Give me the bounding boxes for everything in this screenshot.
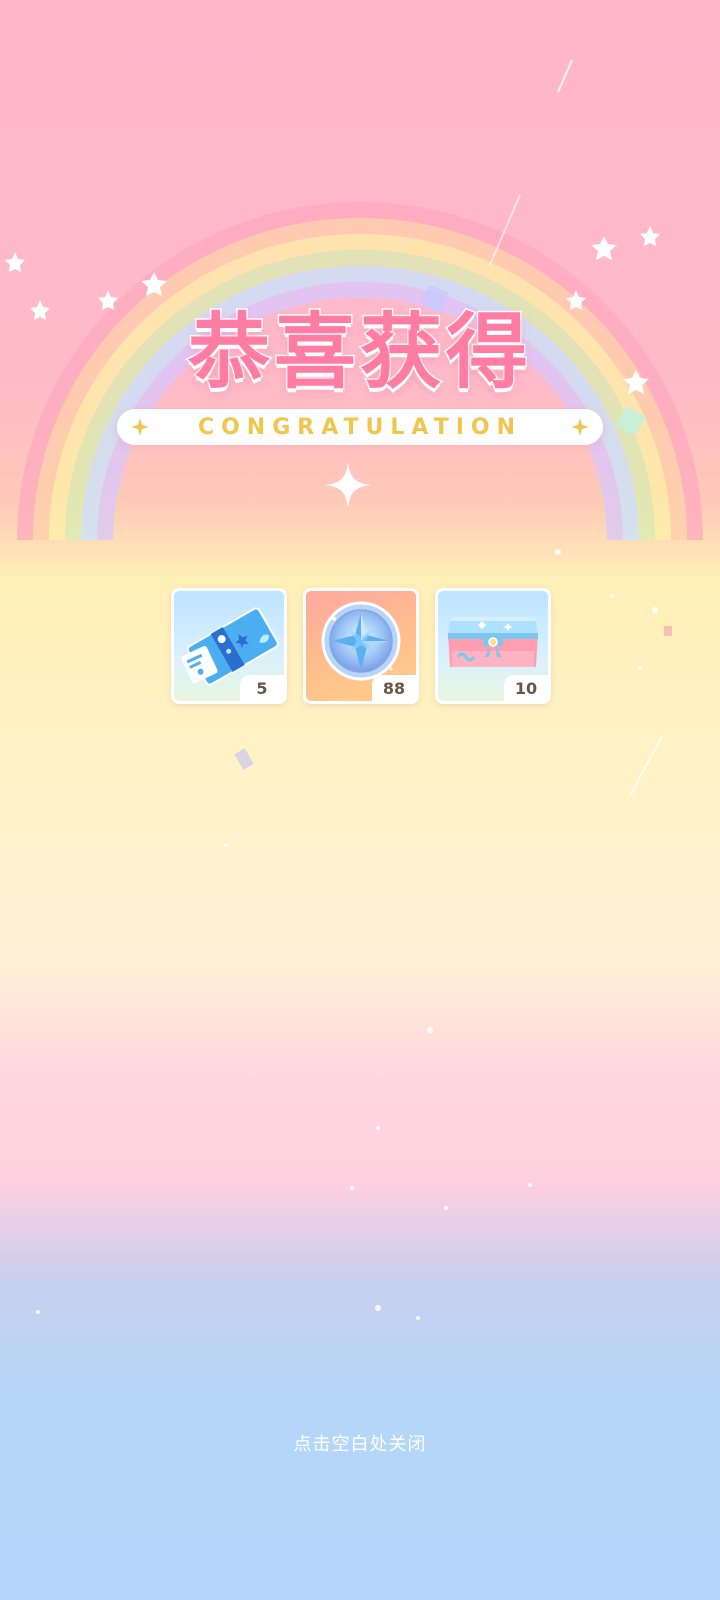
four-point-sparkle-icon bbox=[325, 462, 371, 508]
reward-items: 5 88 10 bbox=[171, 588, 553, 706]
sparkle-icon bbox=[131, 418, 149, 436]
title-chinese: 恭喜获得 bbox=[186, 304, 532, 402]
congratulations-header: 恭喜获得 CONGRATULATION bbox=[0, 285, 720, 485]
congratulation-banner: CONGRATULATION bbox=[117, 409, 603, 445]
reward-item-ticket[interactable]: 5 bbox=[171, 588, 287, 704]
title-english: CONGRATULATION bbox=[197, 414, 523, 440]
reward-item-gift-box[interactable]: 10 bbox=[435, 588, 551, 704]
tap-to-close-hint[interactable]: 点击空白处关闭 bbox=[0, 1430, 720, 1456]
sparkle-icon bbox=[571, 418, 589, 436]
reward-item-coin[interactable]: 88 bbox=[303, 588, 419, 704]
item-quantity: 10 bbox=[504, 675, 548, 701]
item-quantity: 5 bbox=[240, 675, 284, 701]
item-quantity: 88 bbox=[372, 675, 416, 701]
